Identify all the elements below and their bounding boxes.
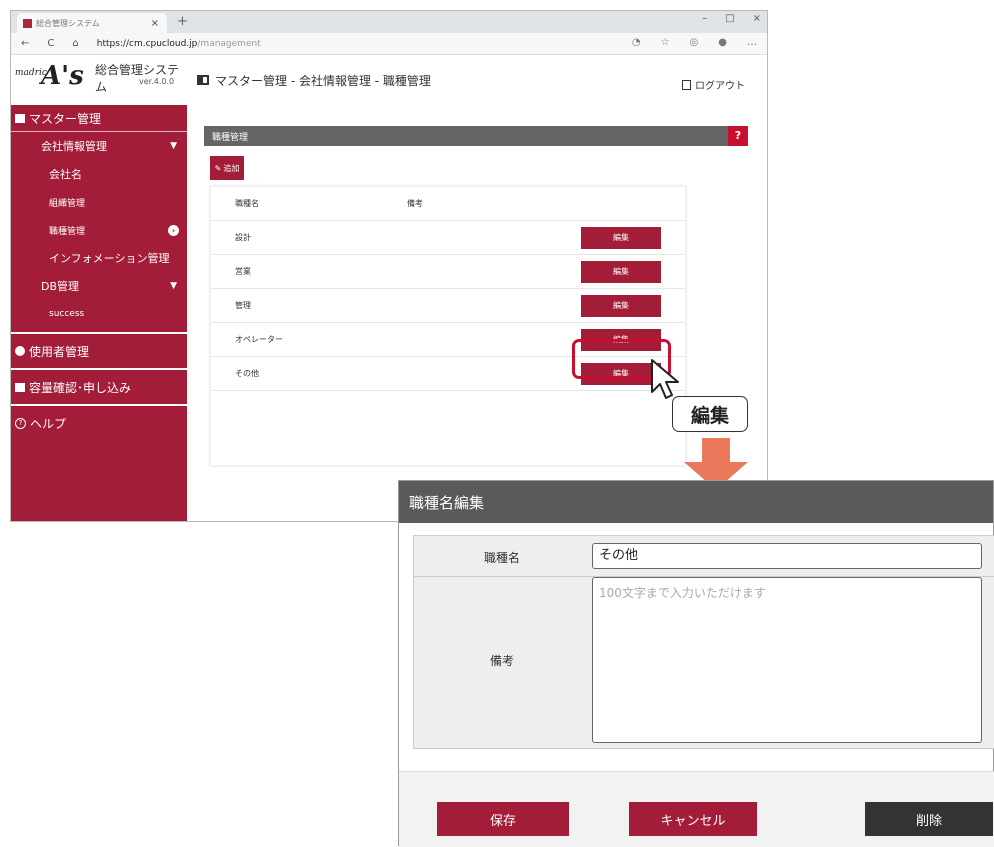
- tab-bar: 総合管理システム × + – □ ×: [11, 11, 767, 33]
- back-icon[interactable]: ←: [21, 38, 29, 49]
- sidebar-section-master[interactable]: マスター管理: [11, 105, 187, 131]
- breadcrumb-text: マスター管理 - 会社情報管理 - 職種管理: [215, 73, 431, 88]
- sidebar-item-company-info[interactable]: 会社情報管理 ▼: [11, 132, 187, 160]
- panel-title: 職種管理: [212, 132, 249, 143]
- sidebar-section-capacity[interactable]: 容量確認･申し込み: [11, 368, 187, 404]
- brand-logo: A's: [41, 61, 84, 91]
- dialog-footer: 保存 キャンセル 削除: [399, 771, 994, 847]
- job-name-label: 職種名: [483, 551, 520, 565]
- chevron-right-icon: ›: [168, 225, 179, 236]
- help-icon: ?: [15, 417, 26, 429]
- window-controls: – □ ×: [702, 13, 761, 24]
- close-window-icon[interactable]: ×: [753, 13, 761, 24]
- maximize-icon[interactable]: □: [725, 13, 734, 24]
- profile-icon[interactable]: ●: [718, 37, 727, 48]
- master-icon: [15, 113, 25, 123]
- sidebar-item-label: 組織管理: [49, 198, 86, 209]
- edit-button[interactable]: 編集: [581, 226, 661, 249]
- panel-header: 職種管理 ?: [204, 126, 748, 146]
- sidebar: マスター管理 会社情報管理 ▼ 会社名 組織管理 職種管理 › インフォメーショ…: [11, 105, 187, 521]
- folder-icon: [15, 382, 25, 392]
- edit-button[interactable]: 編集: [581, 260, 661, 283]
- table-row: 設計 編集: [211, 221, 685, 255]
- edit-button[interactable]: 編集: [581, 294, 661, 317]
- sidebar-item-db[interactable]: DB管理 ▼: [11, 272, 187, 300]
- row-name: 設計: [235, 233, 251, 242]
- refresh-icon[interactable]: C: [47, 38, 54, 49]
- dialog-title: 職種名編集: [399, 481, 993, 523]
- add-label: 追加: [223, 163, 240, 173]
- row-name: 営業: [235, 267, 251, 276]
- row-name: オペレーター: [235, 335, 283, 344]
- sidebar-item-org[interactable]: 組織管理: [11, 188, 187, 216]
- sidebar-item-success[interactable]: success: [11, 300, 187, 328]
- favorites-icon[interactable]: ☆: [661, 37, 670, 48]
- sidebar-section-label: マスター管理: [29, 111, 102, 126]
- job-name-input[interactable]: その他: [592, 543, 982, 569]
- row-name: 管理: [235, 301, 251, 310]
- row-name: その他: [235, 369, 259, 378]
- sidebar-item-label: DB管理: [41, 280, 80, 293]
- sidebar-section-users[interactable]: 使用者管理: [11, 332, 187, 368]
- callout-label: 編集: [672, 396, 748, 432]
- sidebar-section-label: ヘルプ: [30, 416, 67, 431]
- sidebar-section-help[interactable]: ? ヘルプ: [11, 404, 187, 440]
- logo: madric A's 総合管理システム ver.4.0.0: [11, 55, 187, 105]
- sidebar-item-label: success: [49, 309, 85, 319]
- sidebar-item-label: インフォメーション管理: [49, 252, 170, 265]
- logout-icon: [682, 79, 691, 90]
- note-textarea[interactable]: [592, 577, 982, 743]
- job-table: 職種名 備考 設計 編集 営業 編集 管理 編集 オペレーター 編集 その他 編…: [210, 186, 686, 466]
- tab-title: 総合管理システム: [36, 18, 100, 28]
- caret-down-icon: ▼: [170, 141, 177, 151]
- browser-tab[interactable]: 総合管理システム ×: [17, 13, 167, 33]
- user-icon: [15, 346, 25, 356]
- column-header-name: 職種名: [235, 199, 259, 208]
- breadcrumb: マスター管理 - 会社情報管理 - 職種管理: [197, 72, 431, 89]
- favicon-icon: [23, 18, 32, 28]
- cancel-button[interactable]: キャンセル: [629, 802, 757, 836]
- table-row: 営業 編集: [211, 255, 685, 289]
- collections-icon[interactable]: ◎: [690, 37, 699, 48]
- home-icon[interactable]: ⌂: [72, 38, 78, 49]
- sidebar-section-label: 容量確認･申し込み: [29, 380, 132, 395]
- panel-help-button[interactable]: ?: [728, 126, 748, 146]
- tab-close-icon[interactable]: ×: [151, 18, 167, 29]
- master-icon: [197, 75, 209, 85]
- url-field[interactable]: https://cm.cpucloud.jp/management: [97, 39, 261, 49]
- sidebar-item-label: 会社情報管理: [41, 140, 107, 153]
- add-button[interactable]: ✎ 追加: [210, 156, 244, 180]
- browser-toolbar-icons: ◔ ☆ ◎ ● …: [632, 37, 757, 48]
- version-label: ver.4.0.0: [139, 77, 175, 86]
- note-label: 備考: [489, 654, 514, 668]
- pencil-icon: ✎: [214, 163, 222, 173]
- dialog-form: 職種名 その他 備考: [413, 535, 994, 749]
- app-header: madric A's 総合管理システム ver.4.0.0 マスター管理 - 会…: [11, 55, 767, 105]
- sidebar-section-label: 使用者管理: [29, 344, 90, 359]
- new-tab-icon[interactable]: +: [177, 14, 188, 29]
- more-icon[interactable]: …: [747, 37, 757, 48]
- edit-dialog: 職種名編集 職種名 その他 備考 保存 キャンセル 削除: [398, 480, 994, 847]
- caret-down-icon: ▼: [170, 281, 177, 291]
- address-bar: ← C ⌂ https://cm.cpucloud.jp/management …: [11, 33, 767, 55]
- read-aloud-icon[interactable]: ◔: [632, 37, 641, 48]
- sidebar-item-label: 会社名: [49, 168, 82, 181]
- table-header: 職種名 備考: [211, 187, 685, 221]
- save-button[interactable]: 保存: [437, 802, 569, 836]
- column-header-note: 備考: [407, 199, 423, 208]
- delete-button[interactable]: 削除: [865, 802, 993, 836]
- table-row: 管理 編集: [211, 289, 685, 323]
- logout-label: ログアウト: [695, 81, 745, 92]
- logout-link[interactable]: ログアウト: [682, 77, 745, 92]
- sidebar-item-company-name[interactable]: 会社名: [11, 160, 187, 188]
- main-panel: 職種管理 ? ✎ 追加 職種名 備考 設計 編集 営業 編集 管理 編集 オペレ…: [204, 126, 748, 466]
- sidebar-item-information[interactable]: インフォメーション管理: [11, 244, 187, 272]
- sidebar-item-job[interactable]: 職種管理 ›: [11, 216, 187, 244]
- sidebar-item-label: 職種管理: [49, 226, 86, 237]
- minimize-icon[interactable]: –: [702, 13, 707, 24]
